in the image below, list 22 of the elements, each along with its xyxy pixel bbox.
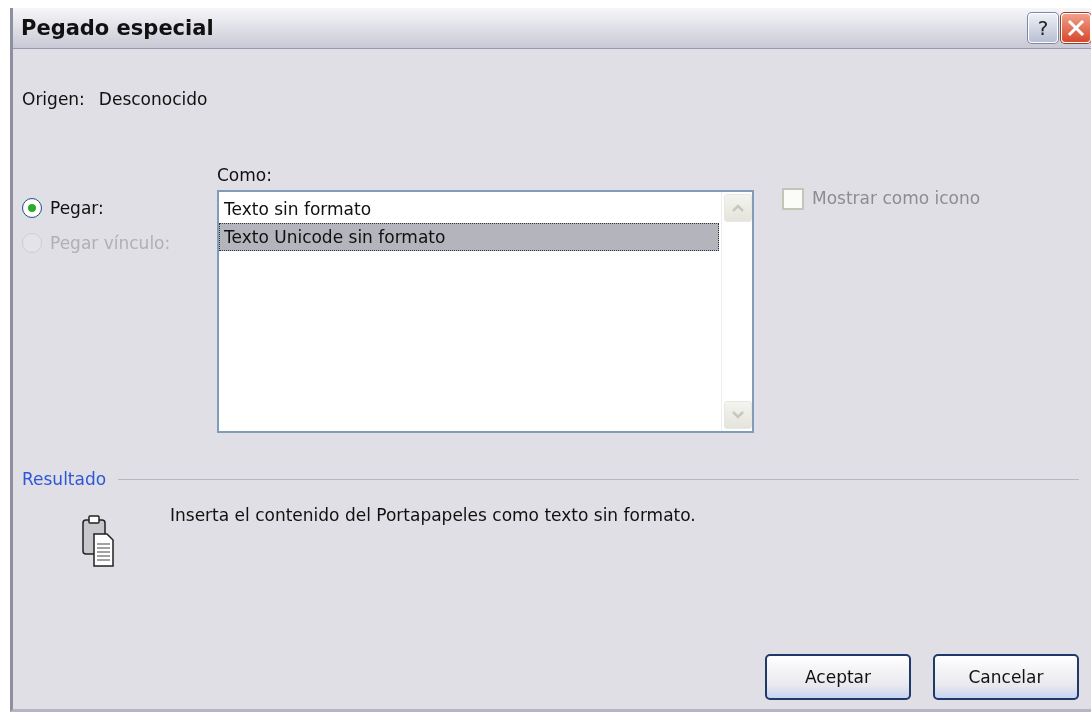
list-item[interactable]: Texto Unicode sin formato	[219, 223, 719, 251]
scroll-up-button[interactable]	[724, 194, 752, 222]
radio-label[interactable]: Pegar:	[50, 198, 104, 218]
format-list[interactable]: Texto sin formato Texto Unicode sin formato	[217, 190, 754, 433]
close-button[interactable]	[1061, 13, 1091, 43]
source-value: Desconocido	[98, 89, 208, 109]
result-description: Inserta el contenido del Portapapeles como texto sin formato.	[170, 505, 696, 525]
close-icon	[1066, 18, 1086, 38]
list-item[interactable]: Texto sin formato	[219, 195, 719, 223]
dialog-button[interactable]: Aceptar	[765, 654, 911, 700]
dialog-button[interactable]: Cancelar	[933, 654, 1079, 700]
window-title: Pegado especial	[21, 16, 214, 40]
radio-button[interactable]	[22, 198, 42, 218]
chevron-up-icon	[731, 203, 745, 213]
source-label: Origen:	[22, 89, 85, 109]
scrollbar[interactable]	[721, 192, 752, 431]
group-title: Resultado	[22, 469, 107, 489]
list-label: Como:	[217, 165, 273, 185]
clipboard-icon	[82, 514, 114, 568]
chevron-down-icon	[731, 410, 745, 420]
help-button[interactable]: ?	[1028, 13, 1058, 43]
scroll-down-button[interactable]	[724, 401, 752, 429]
